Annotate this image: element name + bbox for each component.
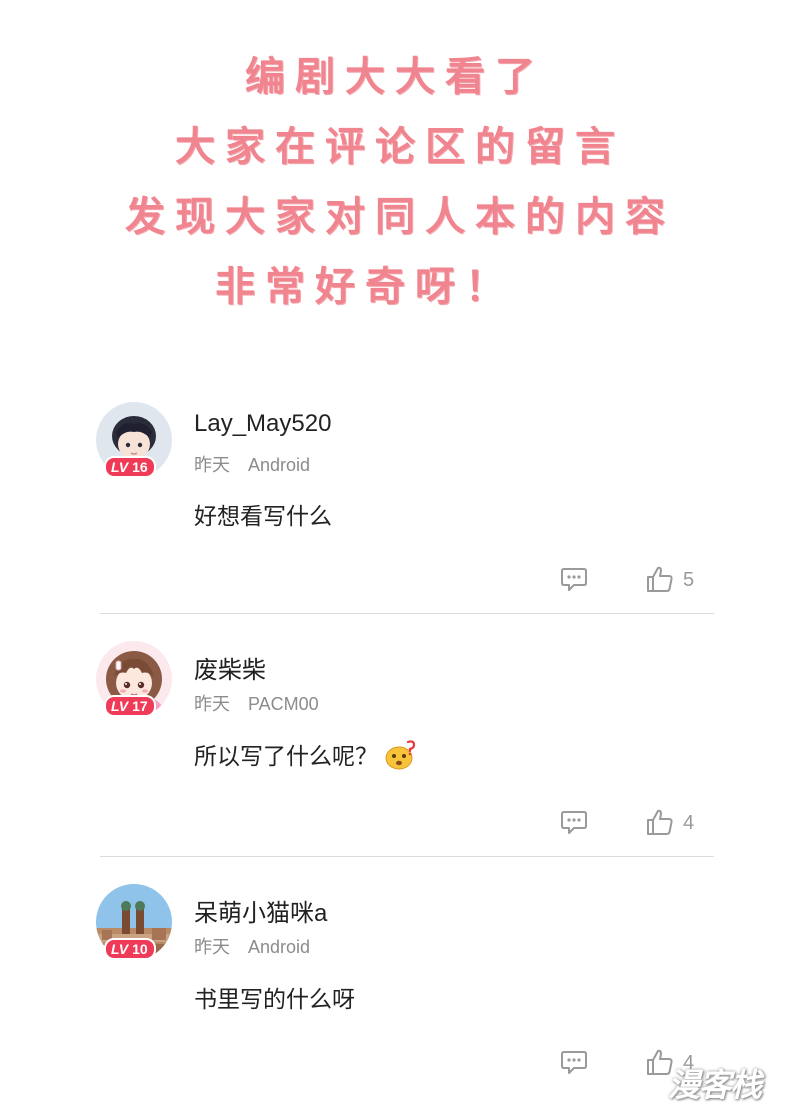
title-line-1: 编剧大大看了 [245, 54, 545, 100]
announcement-title: 编剧大大看了 大家在评论区的留言 发现大家对同人本的内容 非常好奇呀！ [0, 42, 800, 322]
reply-icon[interactable] [560, 567, 588, 593]
comment-meta: 昨天 Android [194, 933, 310, 959]
comment-meta: 昨天 Android [194, 451, 310, 477]
divider [100, 613, 714, 614]
level-badge: LV 10 [104, 938, 156, 960]
comment-time: 昨天 [194, 694, 230, 714]
comment-meta: 昨天 PACM00 [194, 690, 319, 716]
comment-device: PACM00 [248, 694, 319, 714]
confused-face-emoji [384, 738, 418, 770]
username[interactable]: 呆萌小猫咪a [194, 893, 327, 928]
avatar[interactable]: LV 17 [96, 641, 172, 717]
reply-icon[interactable] [560, 810, 588, 836]
comment-text: 书里写的什么呀 [194, 986, 355, 1012]
comment-device: Android [248, 455, 311, 475]
divider [100, 856, 714, 857]
title-line-4: 非常好奇呀！ [215, 264, 515, 310]
title-line-3: 发现大家对同人本的内容 [125, 194, 675, 240]
reply-icon[interactable] [560, 1050, 588, 1076]
username[interactable]: Lay_May520 [194, 410, 331, 438]
comment-text: 所以写了什么呢？ [194, 737, 418, 771]
comment-time: 昨天 [194, 455, 230, 475]
comment-device: Android [248, 937, 311, 957]
avatar[interactable]: LV 16 [96, 402, 172, 478]
thumbs-up-icon[interactable] [646, 565, 674, 593]
avatar[interactable]: LV 10 [96, 884, 172, 960]
level-badge: LV 17 [104, 695, 156, 717]
level-badge: LV 16 [104, 456, 156, 478]
title-line-2: 大家在评论区的留言 [175, 124, 625, 170]
username[interactable]: 废柴柴 [194, 650, 266, 685]
watermark-logo: 漫客栈 [668, 1066, 762, 1104]
comment-time: 昨天 [194, 937, 230, 957]
thumbs-up-icon[interactable] [646, 808, 674, 836]
comment-text: 好想看写什么 [194, 503, 332, 529]
like-count: 5 [683, 569, 695, 591]
like-count: 4 [683, 812, 695, 834]
